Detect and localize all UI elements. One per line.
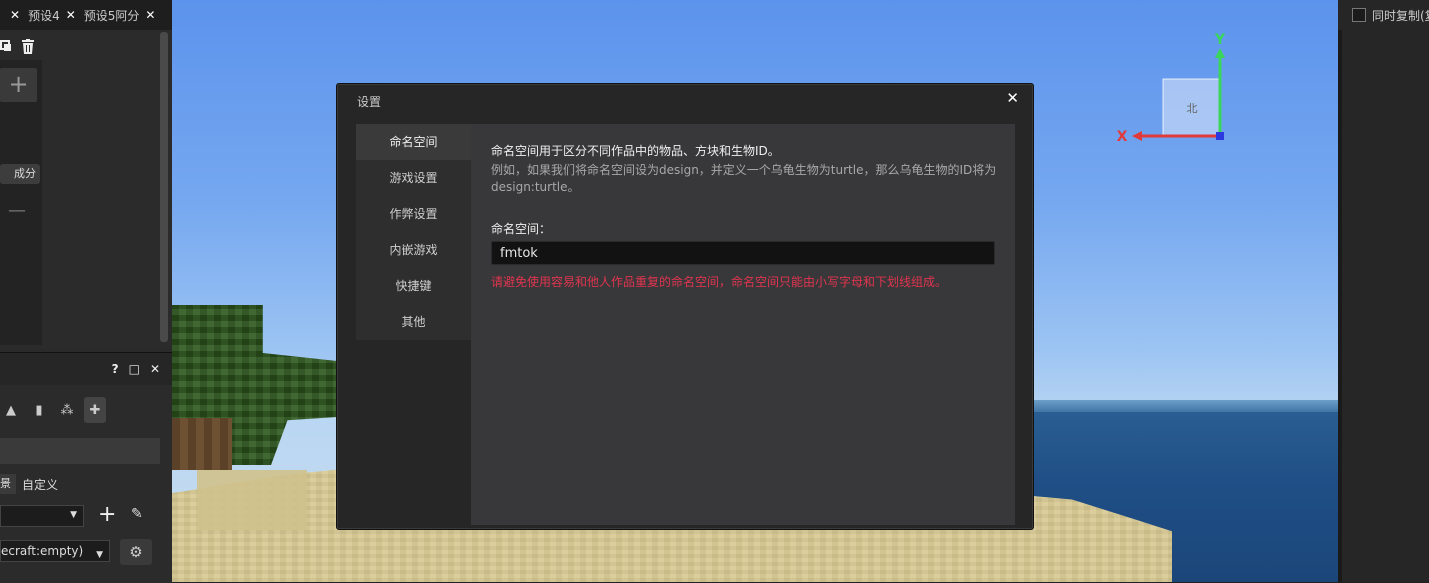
help-icon[interactable]: ? (112, 362, 119, 376)
component-chip[interactable]: 成分 (0, 164, 40, 184)
sync-copy-option[interactable]: 同时复制(复 (1338, 0, 1429, 30)
maximize-icon[interactable]: □ (129, 362, 140, 376)
gear-icon[interactable]: ⚙ (120, 539, 152, 565)
remove-icon[interactable]: — (8, 200, 26, 221)
x-arrow-icon (1132, 131, 1142, 141)
puzzle-icon[interactable]: ✚ (84, 397, 106, 423)
namespace-label: 命名空间： (491, 222, 552, 236)
preset-tab-label: 预设5阿分 (83, 8, 140, 23)
preset-tab-1[interactable]: ✕ (0, 0, 24, 30)
mode-option-custom[interactable]: 自定义 (22, 476, 58, 493)
nav-item-game-settings[interactable]: 游戏设置 (356, 160, 471, 196)
nav-item-embedded-game[interactable]: 内嵌游戏 (356, 232, 471, 268)
add-component-button[interactable]: + (0, 68, 37, 102)
barrel-icon[interactable]: ▮ (28, 397, 50, 423)
namespace-example: 例如，如果我们将命名空间设为design，并定义一个乌龟生物为turtle，那么… (491, 163, 997, 194)
chevron-down-icon: ▼ (70, 510, 77, 520)
right-panel-divider (1338, 30, 1342, 582)
y-arrow-icon (1215, 48, 1225, 58)
namespace-warning: 请避免使用容易和他人作品重复的命名空间，命名空间只能由小写字母和下划线组成。 (491, 275, 948, 289)
right-panel: 同时复制(复 (1338, 0, 1429, 582)
preset-tab-bar: ✕ 预设4 ✕ 预设5阿分 ✕ (0, 0, 172, 30)
chevron-down-icon: ▼ (96, 550, 103, 560)
nav-item-other[interactable]: 其他 (356, 304, 471, 340)
close-icon[interactable]: ✕ (150, 362, 160, 376)
settings-dialog: 设置 ✕ 命名空间 游戏设置 作弊设置 内嵌游戏 快捷键 其他 命名空间用于区分… (336, 83, 1034, 530)
close-icon[interactable]: ✕ (10, 8, 20, 22)
resource-select[interactable]: ▼ (0, 505, 84, 527)
copy-icon[interactable] (0, 40, 12, 54)
preset-tab-label: 预设4 (28, 8, 60, 23)
gizmo-x-label: X (1117, 129, 1128, 145)
nodes-icon[interactable]: ⁂ (56, 397, 78, 423)
resource-mode-toggle: 景 自定义 (0, 474, 58, 494)
gizmo-z-axis (1216, 132, 1224, 140)
close-icon[interactable]: ✕ (1006, 89, 1019, 107)
orientation-gizmo[interactable]: 北 Y X (1112, 28, 1232, 153)
nav-item-cheat-settings[interactable]: 作弊设置 (356, 196, 471, 232)
namespace-settings-pane: 命名空间用于区分不同作品中的物品、方块和生物ID。 例如，如果我们将命名空间设为… (471, 124, 1015, 525)
edit-icon[interactable]: ✎ (131, 506, 143, 522)
nav-item-namespace[interactable]: 命名空间 (356, 124, 471, 160)
resource-search-bar[interactable] (0, 438, 160, 464)
add-icon[interactable]: + (98, 503, 116, 527)
namespace-description: 命名空间用于区分不同作品中的物品、方块和生物ID。 (491, 144, 780, 158)
entity-select[interactable]: ecraft:empty) ▼ (0, 540, 110, 562)
mode-option-partial[interactable]: 景 (0, 474, 16, 494)
left-panel: ✕ 预设4 ✕ 预设5阿分 ✕ + 成分 — ? □ ✕ ▲ ▮ ⁂ ✚ 景 自… (0, 0, 172, 583)
nav-item-shortcuts[interactable]: 快捷键 (356, 268, 471, 304)
preset-tab-5[interactable]: 预设5阿分 ✕ (80, 0, 160, 30)
close-icon[interactable]: ✕ (66, 8, 76, 22)
resource-panel-header: ? □ ✕ (0, 353, 172, 385)
dialog-title: 设置 (357, 95, 382, 109)
gizmo-y-label: Y (1214, 32, 1226, 48)
gizmo-north-label: 北 (1187, 102, 1198, 115)
triangle-icon[interactable]: ▲ (0, 397, 22, 423)
close-icon[interactable]: ✕ (145, 8, 155, 22)
sand-block (197, 470, 307, 530)
left-scrollbar[interactable] (160, 32, 168, 342)
entity-select-value: ecraft:empty) (1, 544, 84, 558)
settings-nav: 命名空间 游戏设置 作弊设置 内嵌游戏 快捷键 其他 (356, 124, 471, 340)
sync-copy-label: 同时复制(复 (1372, 8, 1429, 23)
trash-icon[interactable] (21, 39, 35, 54)
tree-trunk (172, 418, 232, 470)
sync-copy-checkbox[interactable] (1352, 8, 1366, 22)
resource-panel: ? □ ✕ ▲ ▮ ⁂ ✚ 景 自定义 ▼ + ✎ ecraft:empty) … (0, 352, 172, 583)
namespace-input[interactable] (491, 241, 995, 265)
resource-type-toolbar: ▲ ▮ ⁂ ✚ (0, 397, 106, 423)
preset-tab-4[interactable]: 预设4 ✕ (24, 0, 80, 30)
